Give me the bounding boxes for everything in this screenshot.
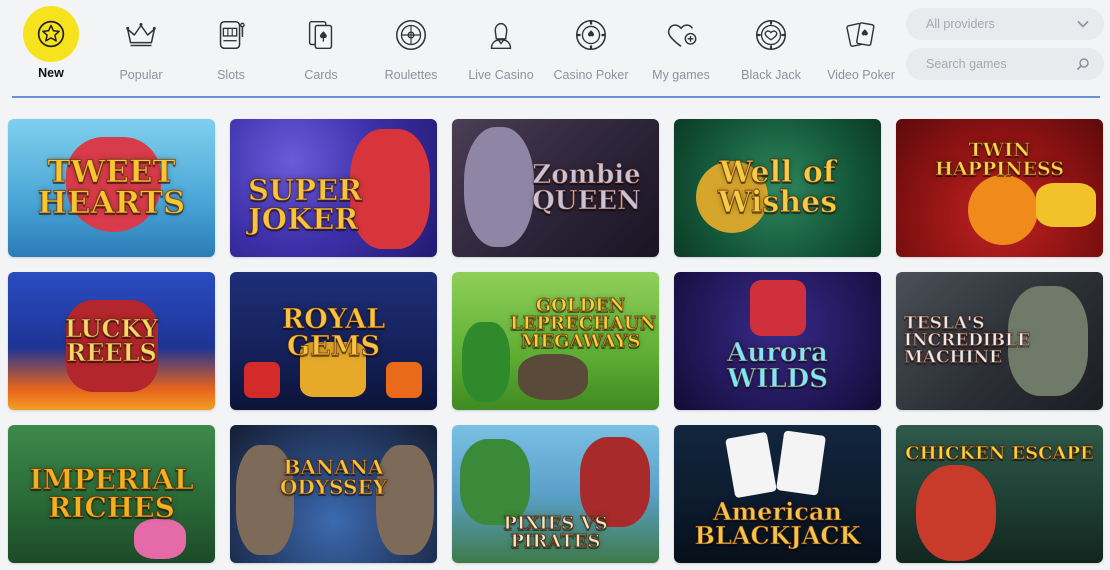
pot-of-gold [518,354,588,400]
search-icon[interactable] [1076,57,1090,71]
slot-machine-icon [219,20,245,50]
category-label: Roulettes [384,68,438,82]
category-live-casino[interactable]: Live Casino [456,6,546,86]
category-video-poker[interactable]: Video Poker [816,6,906,86]
category-popular[interactable]: Popular [96,6,186,86]
game-tile-golden-leprechaun[interactable]: GOLDEN LEPRECHAUN MEGAWAYS [452,272,659,410]
search-box [906,48,1104,80]
orange-fruit [968,175,1038,245]
king-card [776,430,826,496]
cards-icon [308,20,333,50]
game-tile-banana-odyssey[interactable]: BANANA ODYSSEY [230,425,437,563]
game-tile-pixies-vs-pirates[interactable]: PIXIES VS PIRATES [452,425,659,563]
totem-shape [750,280,806,336]
category-label: Popular [119,68,163,82]
crown-icon [126,23,156,47]
game-title: TWIN HAPPINESS [934,139,1065,180]
category-label: Video Poker [827,68,895,82]
game-title: American BLACKJACK [694,497,861,551]
heart-plus-icon [667,24,697,48]
game-tile-tesla-machine[interactable]: TESLA'S INCREDIBLE MACHINE [896,272,1103,410]
blackjack-chip-icon [755,19,787,51]
game-title: TWEET HEARTS [37,154,186,221]
category-nav: New Popular Slots Cards Roulettes Live C… [6,6,906,86]
orange-gem [386,362,422,398]
game-tile-royal-gems[interactable]: ROYAL GEMS [230,272,437,410]
category-new[interactable]: New [6,6,96,86]
game-title: Well of Wishes [717,155,838,220]
game-title: Aurora WILDS [727,337,829,394]
category-black-jack[interactable]: Black Jack [726,6,816,86]
category-label: My games [652,68,710,82]
category-casino-poker[interactable]: Casino Poker [546,6,636,86]
providers-value: All providers [926,17,995,31]
game-title: LUCKY REELS [65,314,159,367]
game-tile-chicken-escape[interactable]: CHICKEN ESCAPE [896,425,1103,563]
chevron-down-icon [1077,20,1089,28]
game-tile-tweet-hearts[interactable]: TWEET HEARTS [8,119,215,257]
category-label: Slots [217,68,245,82]
category-label: Casino Poker [553,68,629,82]
game-tile-aurora-wilds[interactable]: Aurora WILDS [674,272,881,410]
game-tile-american-blackjack[interactable]: American BLACKJACK [674,425,881,563]
category-label: New [38,66,64,80]
category-label: Black Jack [741,68,801,82]
game-tile-lucky-reels[interactable]: LUCKY REELS [8,272,215,410]
game-tile-imperial-riches[interactable]: IMPERIAL RICHES [8,425,215,563]
game-title: SUPER JOKER [248,172,363,236]
category-roulettes[interactable]: Roulettes [366,6,456,86]
game-title: GOLDEN LEPRECHAUN MEGAWAYS [510,295,657,353]
game-tile-zombie-queen[interactable]: Zombie QUEEN [452,119,659,257]
game-title: IMPERIAL RICHES [29,463,194,524]
category-slots[interactable]: Slots [186,6,276,86]
game-title: Zombie QUEEN [532,160,642,216]
category-my-games[interactable]: My games [636,6,726,86]
video-poker-cards-icon [846,22,875,47]
gold-ingot [1036,183,1096,227]
dealer-icon [490,22,512,50]
category-label: Live Casino [468,68,534,82]
category-underline [12,96,1100,98]
game-tile-twin-happiness[interactable]: TWIN HAPPINESS [896,119,1103,257]
category-label: Cards [304,68,338,82]
poker-chip-icon [575,19,607,51]
star-icon [37,20,65,48]
search-input[interactable] [926,57,1066,71]
providers-dropdown[interactable]: All providers [906,8,1104,40]
game-title: BANANA ODYSSEY [279,455,387,500]
game-title: ROYAL GEMS [281,304,386,362]
games-grid: TWEET HEARTS SUPER JOKER Zombie QUEEN We… [8,119,1103,563]
game-title: TESLA'S INCREDIBLE MACHINE [904,313,1031,368]
game-tile-well-of-wishes[interactable]: Well of Wishes [674,119,881,257]
roulette-icon [395,19,427,51]
lotus-flower [134,519,186,559]
game-title: CHICKEN ESCAPE [905,443,1094,464]
category-cards[interactable]: Cards [276,6,366,86]
red-gem [244,362,280,398]
chicken-figure [916,465,996,561]
game-title: PIXIES VS PIRATES [503,512,608,552]
game-tile-super-joker[interactable]: SUPER JOKER [230,119,437,257]
category-bar: New Popular Slots Cards Roulettes Live C… [0,0,1110,100]
